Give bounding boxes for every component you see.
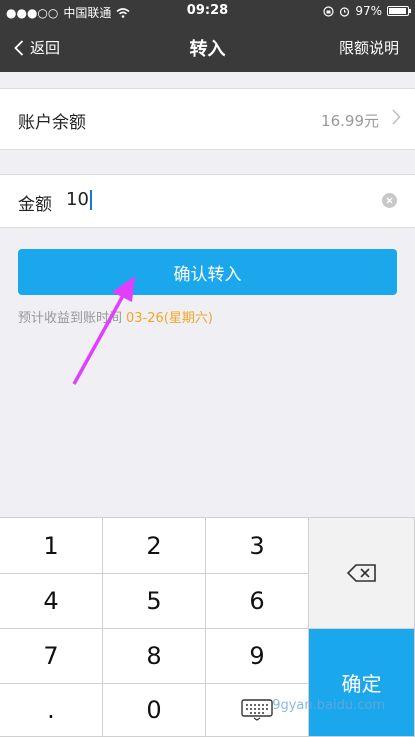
keyboard-icon	[241, 699, 273, 721]
balance-value: 16.99元	[321, 112, 379, 130]
battery-fill	[389, 8, 406, 14]
eta-prefix: 预计收益到账时间	[18, 311, 123, 326]
amount-row: 金额 10	[0, 174, 415, 228]
eta-date: 03-26(星期六)	[126, 311, 213, 326]
key-3[interactable]: 3	[206, 518, 309, 574]
key-0[interactable]: 0	[103, 684, 206, 737]
battery-icon	[387, 6, 411, 16]
balance-label: 账户余额	[18, 113, 86, 133]
amount-value: 10	[66, 189, 89, 210]
key-9[interactable]: 9	[206, 629, 309, 684]
clear-icon[interactable]	[382, 193, 397, 208]
key-6[interactable]: 6	[206, 574, 309, 629]
chevron-right-icon	[392, 109, 401, 125]
nav-bar: 返回 转入 限额说明	[0, 22, 415, 72]
key-1[interactable]: 1	[0, 518, 103, 574]
battery-percent: 97%	[355, 4, 382, 18]
text-cursor	[89, 189, 92, 210]
key-5[interactable]: 5	[103, 574, 206, 629]
lock-rotation-icon	[323, 5, 334, 17]
backspace-icon	[346, 564, 376, 582]
status-bar: ●●●○○ 中国联通 09:28 97%	[0, 0, 415, 22]
confirm-transfer-button[interactable]: 确认转入	[18, 249, 397, 295]
balance-row[interactable]: 账户余额 16.99元	[0, 88, 415, 150]
alarm-icon	[340, 6, 350, 17]
earnings-eta: 预计收益到账时间 03-26(星期六)	[18, 307, 213, 326]
amount-input[interactable]: 10	[66, 189, 92, 210]
watermark: 9gyan.baidu.com	[272, 698, 385, 713]
key-8[interactable]: 8	[103, 629, 206, 684]
amount-label: 金额	[18, 195, 52, 215]
status-right: 97%	[323, 4, 411, 18]
limit-info-link[interactable]: 限额说明	[339, 37, 399, 58]
key-dot[interactable]: .	[0, 684, 103, 737]
key-4[interactable]: 4	[0, 574, 103, 629]
key-2[interactable]: 2	[103, 518, 206, 574]
backspace-key[interactable]	[309, 518, 415, 629]
enter-key[interactable]: 确定	[309, 629, 415, 737]
key-7[interactable]: 7	[0, 629, 103, 684]
